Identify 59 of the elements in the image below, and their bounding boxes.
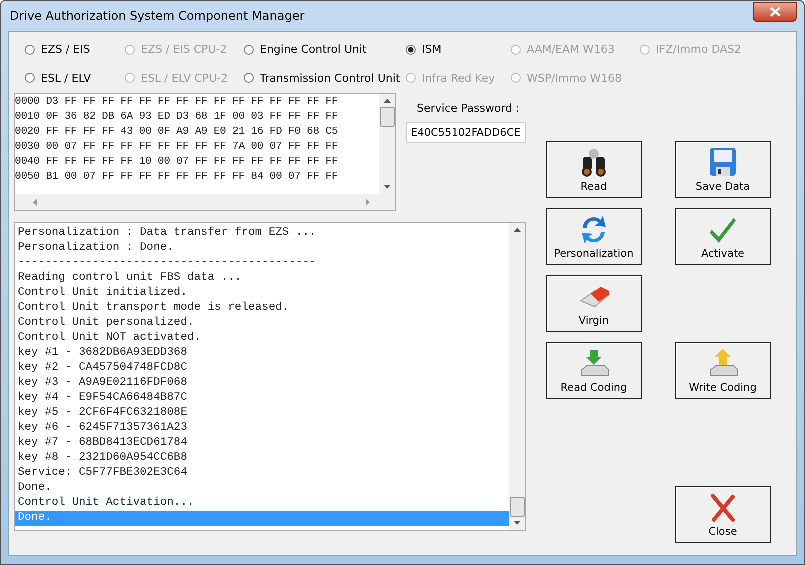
scroll-thumb[interactable] bbox=[510, 497, 524, 517]
log-line[interactable]: key #5 - 2CF6F4FC6321808E bbox=[15, 406, 509, 421]
log-line[interactable]: Control Unit Activation... bbox=[15, 496, 509, 511]
log-line[interactable]: Personalization : Data transfer from EZS ... bbox=[15, 226, 509, 241]
vertical-scrollbar[interactable] bbox=[509, 223, 525, 530]
service-password-label: Service Password : bbox=[416, 102, 521, 115]
action-button[interactable]: Read bbox=[546, 141, 642, 198]
log-line[interactable]: Done. bbox=[15, 481, 509, 496]
horizontal-scrollbar[interactable] bbox=[15, 194, 395, 210]
scroll-down-icon[interactable] bbox=[384, 185, 390, 189]
vertical-scrollbar[interactable] bbox=[379, 94, 395, 194]
log-line[interactable]: key #6 - 6245F71357361A23 bbox=[15, 421, 509, 436]
radio-option[interactable]: ESL / ELV bbox=[25, 70, 125, 87]
radio-button-icon[interactable] bbox=[244, 44, 254, 55]
radio-button-icon[interactable] bbox=[406, 44, 416, 55]
radio-button-icon[interactable] bbox=[25, 44, 35, 55]
radio-button-icon[interactable] bbox=[25, 73, 35, 84]
action-button[interactable]: Save Data bbox=[675, 141, 771, 198]
action-button[interactable]: Virgin bbox=[546, 275, 642, 332]
log-line[interactable]: Control Unit transport mode is released. bbox=[15, 301, 509, 316]
scroll-right-icon[interactable] bbox=[366, 198, 370, 206]
action-button[interactable]: Activate bbox=[675, 208, 771, 265]
hex-dump-line: 0030 00 07 FF FF FF FF FF FF FF FF 7A 00 07 FF FF FF bbox=[15, 140, 340, 155]
radio-option[interactable]: Engine Control Unit bbox=[244, 41, 406, 58]
log-line[interactable]: -------------------------------------------- bbox=[15, 256, 509, 271]
scroll-thumb[interactable] bbox=[380, 107, 394, 127]
hex-dump-line: 0050 B1 00 07 FF FF FF FF FF FF FF FF 84 00 07 FF FF bbox=[15, 170, 340, 185]
log-line[interactable]: key #7 - 68BD8413ECD61784 bbox=[15, 436, 509, 451]
scroll-left-icon[interactable] bbox=[33, 198, 37, 206]
log-line[interactable]: Control Unit NOT activated. bbox=[15, 331, 509, 346]
log-line[interactable]: key #4 - E9F54CA66484B87C bbox=[15, 391, 509, 406]
action-button[interactable]: Personalization bbox=[546, 208, 642, 265]
service-password-field[interactable]: E40C55102FADD6CE bbox=[406, 122, 526, 143]
scroll-up-icon[interactable] bbox=[384, 99, 390, 103]
close-icon bbox=[770, 7, 780, 17]
hex-dump-line: 0000 D3 FF FF FF FF FF FF FF FF FF FF FF FF FF FF FF bbox=[15, 95, 340, 110]
scroll-down-icon[interactable] bbox=[514, 521, 520, 525]
radio-option[interactable]: EZS / EIS bbox=[25, 41, 125, 58]
radio-button-icon[interactable] bbox=[244, 73, 254, 84]
log-line[interactable]: Reading control unit FBS data ... bbox=[15, 271, 509, 286]
log-line[interactable]: key #1 - 3682DB6A93EDD368 bbox=[15, 346, 509, 361]
log-line[interactable]: key #2 - CA457504748FCD8C bbox=[15, 361, 509, 376]
log-line[interactable]: Control Unit personalized. bbox=[15, 316, 509, 331]
log-line[interactable]: key #3 - A9A9E02116FDF068 bbox=[15, 376, 509, 391]
window-close-button[interactable] bbox=[753, 2, 797, 22]
hex-dump-line: 0020 FF FF FF FF 43 00 0F A9 A9 E0 21 16 FD F0 68 C5 bbox=[15, 125, 340, 140]
scroll-up-icon[interactable] bbox=[514, 228, 520, 232]
hex-dump-line: 0010 0F 36 82 DB 6A 93 ED D3 68 1F 00 03 FF FF FF FF bbox=[15, 110, 340, 125]
hex-dump-line: 0040 FF FF FF FF FF 10 00 07 FF FF FF FF FF FF FF FF bbox=[15, 155, 340, 170]
log-line[interactable]: Service: C5F77FBE302E3C64 bbox=[15, 466, 509, 481]
log-line[interactable]: Control Unit initialized. bbox=[15, 286, 509, 301]
log-line[interactable]: key #8 - 2321D60A954CC6B8 bbox=[15, 451, 509, 466]
action-button[interactable]: Read Coding bbox=[546, 342, 642, 399]
close-button[interactable]: Close bbox=[675, 486, 771, 543]
log-line[interactable]: Personalization : Done. bbox=[15, 241, 509, 256]
radio-option[interactable]: Transmission Control Unit bbox=[244, 70, 406, 87]
window-title: Drive Authorization System Component Manager bbox=[9, 9, 305, 23]
radio-option[interactable]: ISM bbox=[406, 41, 511, 58]
action-button[interactable]: Write Coding bbox=[675, 342, 771, 399]
